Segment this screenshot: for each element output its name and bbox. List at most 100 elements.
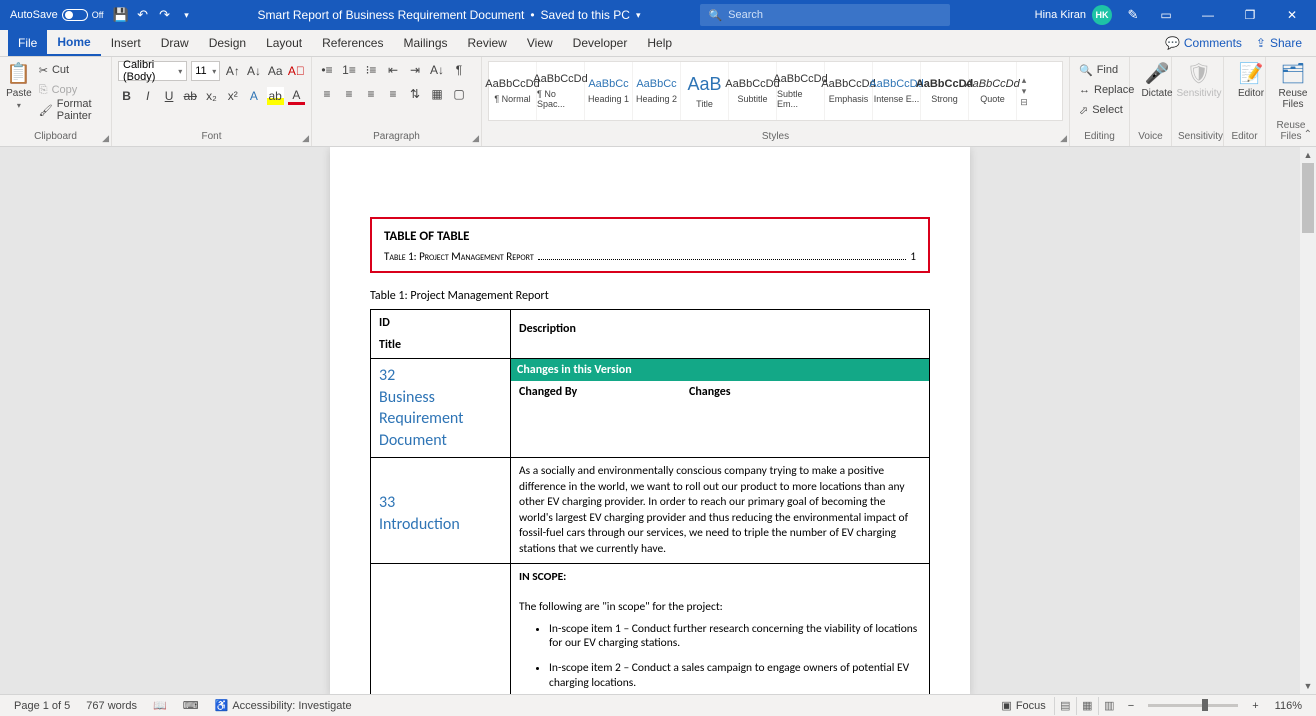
save-icon[interactable]: 💾: [110, 4, 132, 26]
document-page[interactable]: TABLE OF TABLE Table 1: Project Manageme…: [330, 147, 970, 694]
subscript-button[interactable]: x₂: [203, 87, 220, 105]
zoom-out-button[interactable]: −: [1120, 700, 1142, 712]
copy-button[interactable]: ⎘Copy: [36, 81, 105, 99]
align-left-button[interactable]: ≡: [318, 85, 336, 103]
zoom-in-button[interactable]: +: [1244, 700, 1266, 712]
cut-button[interactable]: ✂Cut: [36, 61, 105, 79]
highlight-button[interactable]: ab: [267, 87, 284, 105]
style-item[interactable]: AaBbCcHeading 1: [585, 62, 633, 120]
zoom-slider[interactable]: [1148, 704, 1238, 707]
style-item[interactable]: AaBbCcDdIntense E...: [873, 62, 921, 120]
page-indicator[interactable]: Page 1 of 5: [6, 700, 78, 712]
tab-home[interactable]: Home: [47, 30, 100, 56]
language-icon[interactable]: ⌨: [175, 699, 207, 712]
tab-references[interactable]: References: [312, 30, 393, 56]
row-title[interactable]: Introduction: [379, 514, 502, 536]
justify-button[interactable]: ≡: [384, 85, 402, 103]
maximize-button[interactable]: ❐: [1230, 0, 1270, 30]
row-id[interactable]: 33: [379, 492, 502, 514]
web-layout-button[interactable]: ▥: [1098, 697, 1120, 715]
reuse-files-button[interactable]: 🗂Reuse Files: [1272, 61, 1314, 110]
clear-formatting-button[interactable]: A⃠: [288, 62, 305, 80]
bullets-button[interactable]: •≡: [318, 61, 336, 79]
redo-icon[interactable]: ↷: [154, 4, 176, 26]
shading-button[interactable]: ▦: [428, 85, 446, 103]
numbering-button[interactable]: 1≡: [340, 61, 358, 79]
dialog-launcher-icon[interactable]: ◢: [472, 133, 479, 144]
toc-entry[interactable]: Table 1: Project Management Report 1: [384, 250, 916, 263]
paste-button[interactable]: 📋 Paste ▾: [6, 61, 32, 110]
grow-font-button[interactable]: A↑: [224, 62, 241, 80]
chevron-down-icon[interactable]: ▾: [636, 10, 641, 21]
qat-customize-icon[interactable]: ▾: [176, 4, 198, 26]
tab-insert[interactable]: Insert: [101, 30, 151, 56]
shrink-font-button[interactable]: A↓: [245, 62, 262, 80]
minimize-button[interactable]: —: [1188, 0, 1228, 30]
sort-button[interactable]: A↓: [428, 61, 446, 79]
tab-file[interactable]: File: [8, 30, 47, 56]
tab-view[interactable]: View: [517, 30, 563, 56]
tab-design[interactable]: Design: [199, 30, 256, 56]
tab-review[interactable]: Review: [458, 30, 517, 56]
tab-developer[interactable]: Developer: [563, 30, 638, 56]
scroll-thumb[interactable]: [1302, 163, 1314, 233]
close-button[interactable]: ✕: [1272, 0, 1312, 30]
zoom-handle[interactable]: [1202, 699, 1208, 711]
row-title[interactable]: Business Requirement Document: [379, 387, 502, 452]
borders-button[interactable]: ▢: [450, 85, 468, 103]
find-button[interactable]: 🔍Find: [1076, 61, 1123, 79]
tab-help[interactable]: Help: [637, 30, 682, 56]
style-item[interactable]: AaBbCcDdSubtitle: [729, 62, 777, 120]
increase-indent-button[interactable]: ⇥: [406, 61, 424, 79]
row-id[interactable]: 32: [379, 365, 502, 387]
search-input[interactable]: 🔍 Search: [700, 4, 950, 26]
word-count[interactable]: 767 words: [78, 700, 145, 712]
multilevel-list-button[interactable]: ⁝≡: [362, 61, 380, 79]
dialog-launcher-icon[interactable]: ◢: [102, 133, 109, 144]
underline-button[interactable]: U: [160, 87, 177, 105]
accessibility-status[interactable]: ♿Accessibility: Investigate: [207, 699, 360, 712]
share-button[interactable]: ⇪Share: [1256, 36, 1302, 50]
vertical-scrollbar[interactable]: ▲ ▼: [1300, 147, 1316, 694]
tab-draw[interactable]: Draw: [151, 30, 199, 56]
autosave-toggle[interactable]: AutoSave Off: [4, 9, 110, 21]
format-painter-button[interactable]: 🖌Format Painter: [36, 101, 105, 119]
comments-button[interactable]: 💬Comments: [1165, 36, 1242, 50]
font-size-select[interactable]: 11▾: [191, 61, 220, 81]
ribbon-display-icon[interactable]: ▭: [1146, 0, 1186, 30]
undo-icon[interactable]: ↶: [132, 4, 154, 26]
style-item[interactable]: AaBbCcDd¶ No Spac...: [537, 62, 585, 120]
scroll-up-icon[interactable]: ▲: [1300, 147, 1316, 163]
focus-mode-button[interactable]: ▣Focus: [993, 699, 1053, 712]
align-center-button[interactable]: ≡: [340, 85, 358, 103]
decrease-indent-button[interactable]: ⇤: [384, 61, 402, 79]
align-right-button[interactable]: ≡: [362, 85, 380, 103]
italic-button[interactable]: I: [139, 87, 156, 105]
styles-gallery[interactable]: AaBbCcDd¶ NormalAaBbCcDd¶ No Spac...AaBb…: [488, 61, 1063, 121]
tab-layout[interactable]: Layout: [256, 30, 312, 56]
style-item[interactable]: AaBbCcDd¶ Normal: [489, 62, 537, 120]
style-item[interactable]: AaBbCcHeading 2: [633, 62, 681, 120]
replace-button[interactable]: ↔Replace: [1076, 81, 1123, 99]
style-item[interactable]: AaBbCcDdStrong: [921, 62, 969, 120]
style-item[interactable]: AaBbCcDdQuote: [969, 62, 1017, 120]
coming-soon-icon[interactable]: ✎: [1122, 4, 1144, 26]
text-effects-button[interactable]: A: [245, 87, 262, 105]
spell-check-icon[interactable]: 📖: [145, 699, 175, 712]
dialog-launcher-icon[interactable]: ◢: [302, 133, 309, 144]
bold-button[interactable]: B: [118, 87, 135, 105]
style-item[interactable]: AaBTitle: [681, 62, 729, 120]
change-case-button[interactable]: Aa: [267, 62, 284, 80]
style-item[interactable]: AaBbCcDdEmphasis: [825, 62, 873, 120]
show-marks-button[interactable]: ¶: [450, 61, 468, 79]
style-item[interactable]: AaBbCcDdSubtle Em...: [777, 62, 825, 120]
dialog-launcher-icon[interactable]: ◢: [1060, 133, 1067, 144]
read-mode-button[interactable]: ▤: [1054, 697, 1076, 715]
strikethrough-button[interactable]: ab: [182, 87, 199, 105]
font-name-select[interactable]: Calibri (Body)▾: [118, 61, 187, 81]
zoom-level[interactable]: 116%: [1267, 700, 1310, 712]
user-account[interactable]: Hina Kiran HK: [1027, 5, 1120, 25]
styles-more-button[interactable]: ▴▾⊟: [1017, 75, 1031, 108]
print-layout-button[interactable]: ▦: [1076, 697, 1098, 715]
superscript-button[interactable]: x²: [224, 87, 241, 105]
